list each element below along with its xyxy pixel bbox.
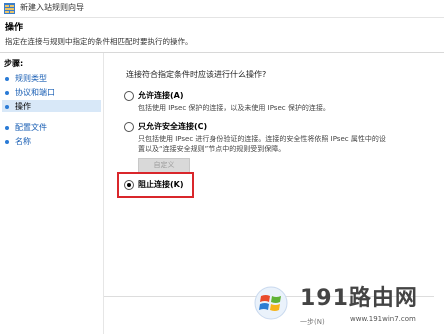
step-label: 名称 [15, 137, 31, 146]
radio-block[interactable] [124, 180, 134, 190]
title-bar: 新建入站规则向导 [0, 0, 444, 18]
steps-pane: 步骤: 规则类型 协议和端口 操作 配置文件 名称 [0, 53, 104, 334]
radio-allow[interactable] [124, 91, 134, 101]
watermark-url: www.191win7.com [350, 315, 416, 323]
option-allow-secure-description-2: 置以及“连接安全规则”节点中的规则受到保障。 [138, 145, 286, 153]
option-allow-secure-label[interactable]: 只允许安全连接(C) [138, 121, 207, 132]
step-bullet-icon [5, 104, 9, 109]
wizard-header: 操作 指定在连接与规则中指定的条件相匹配时要执行的操作。 [0, 18, 444, 52]
step-profile[interactable]: 配置文件 [5, 122, 47, 133]
step-name[interactable]: 名称 [5, 136, 31, 147]
option-allow-secure-description-1: 只包括使用 IPsec 进行身份验证的连接。连接的安全性将依照 IPsec 属性… [138, 135, 386, 143]
option-allow-description: 包括使用 IPsec 保护的连接，以及未使用 IPsec 保护的连接。 [138, 104, 330, 112]
page-title: 操作 [5, 23, 24, 33]
step-protocol-port[interactable]: 协议和端口 [5, 87, 55, 98]
step-label: 规则类型 [15, 74, 47, 83]
firewall-icon [4, 3, 15, 14]
radio-allow-secure[interactable] [124, 122, 134, 132]
watermark-brand: 191路由网 [300, 286, 418, 311]
page-description: 指定在连接与规则中指定的条件相匹配时要执行的操作。 [5, 37, 193, 46]
windows-logo-icon [254, 286, 288, 320]
option-block-label[interactable]: 阻止连接(K) [138, 179, 184, 190]
step-label: 协议和端口 [15, 88, 55, 97]
steps-heading: 步骤: [4, 59, 24, 68]
step-bullet-icon [5, 139, 9, 144]
window-title: 新建入站规则向导 [20, 3, 84, 12]
step-action[interactable]: 操作 [5, 101, 31, 112]
step-bullet-icon [5, 76, 9, 81]
step-bullet-icon [5, 90, 9, 95]
step-rule-type[interactable]: 规则类型 [5, 73, 47, 84]
step-bullet-icon [5, 125, 9, 130]
next-button-partial[interactable]: 一步(N) [300, 317, 325, 327]
step-label: 操作 [15, 102, 31, 111]
watermark: 191路由网 一步(N) www.191win7.com [240, 268, 444, 334]
option-allow-label[interactable]: 允许连接(A) [138, 90, 184, 101]
step-label: 配置文件 [15, 123, 47, 132]
customize-button[interactable]: 自定义 [138, 158, 190, 173]
action-question: 连接符合指定条件时应该进行什么操作? [126, 70, 267, 79]
